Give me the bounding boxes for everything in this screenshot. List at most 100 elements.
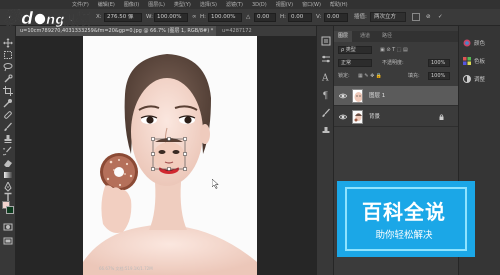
blend-mode-dropdown[interactable]: 正常 [338, 59, 372, 67]
lock-label: 锁定: [338, 73, 350, 79]
w-label: W: [146, 14, 153, 20]
h-label: H: [200, 14, 206, 20]
menu-select[interactable]: 选择(S) [200, 1, 217, 8]
doc-tab-2[interactable]: u=4287172 [218, 26, 278, 36]
layers-panel-tabs: 图层 通道 路径 [334, 31, 458, 42]
x-label: X: [96, 14, 102, 20]
menu-3d[interactable]: 3D(D) [252, 2, 267, 8]
pen-tool-icon[interactable] [3, 182, 13, 192]
adjustment-half-circle-icon [463, 75, 471, 83]
angle-field[interactable]: 0.00 [254, 13, 276, 22]
layer-thumbnail [352, 110, 363, 124]
menu-view[interactable]: 视图(V) [276, 1, 293, 8]
kind-filter-dropdown[interactable]: ρ 类型 [338, 46, 372, 54]
vskew-label: V: [316, 14, 322, 20]
history-brush-tool-icon[interactable] [3, 146, 13, 156]
status-caption: 66.67% 文档:519.1K/1.72M [99, 266, 153, 271]
warp-toggle-icon[interactable] [412, 13, 420, 21]
portrait-image [83, 54, 257, 275]
move-tool-icon[interactable] [3, 38, 13, 48]
height-field[interactable]: 100.00% [208, 13, 242, 22]
character-panel-icon[interactable]: A [321, 72, 331, 83]
badge-title: 百科全说 [362, 200, 446, 224]
blend-row: 正常 不透明度: 100% [334, 59, 458, 69]
layer-row-1[interactable]: 图层 1 [334, 86, 458, 106]
menu-layer[interactable]: 图层(L) [148, 1, 165, 8]
svg-text:视频: 视频 [62, 11, 90, 28]
quick-mask-icon[interactable] [3, 222, 13, 232]
menu-help[interactable]: 帮助(H) [330, 1, 348, 8]
lock-icon [439, 114, 444, 120]
adjustments-panel-button[interactable]: 调整 [463, 74, 485, 84]
menu-type[interactable]: 类型(Y) [174, 1, 191, 8]
cancel-icon[interactable]: ⊘ [426, 13, 431, 22]
link-icon[interactable]: ∞ [192, 13, 197, 22]
menu-edit[interactable]: 编辑(E) [98, 1, 115, 8]
healing-brush-tool-icon[interactable] [3, 110, 13, 120]
pointer-cursor-icon [212, 179, 219, 189]
swatches-panel-button[interactable]: 色板 [463, 56, 485, 66]
eraser-tool-icon[interactable] [3, 158, 13, 168]
lasso-tool-icon[interactable] [3, 62, 13, 72]
color-wheel-icon [463, 39, 471, 47]
eye-icon[interactable] [339, 113, 347, 121]
tab-layers[interactable]: 图层 [334, 31, 353, 42]
color-panel-button[interactable]: 颜色 [463, 38, 485, 48]
hskew-field[interactable]: 0.00 [288, 13, 312, 22]
lock-row: 锁定: ▦ ✎ ✥ 🔒 填充: 100% [334, 72, 458, 82]
menu-window[interactable]: 窗口(W) [302, 1, 321, 8]
opacity-field[interactable]: 100% [428, 59, 450, 67]
paragraph-panel-icon[interactable]: ¶ [321, 90, 331, 101]
interpolation-label: 插值: [354, 14, 367, 20]
canvas-area[interactable]: 66.67% 文档:519.1K/1.72M [16, 36, 316, 275]
menu-image[interactable]: 图像(I) [124, 1, 139, 8]
layer-row-background[interactable]: 背景 [334, 107, 458, 127]
collapsed-panel-dock: A ¶ [316, 26, 334, 275]
x-field[interactable]: 276.50 像 [104, 13, 142, 22]
stamp-tool-icon[interactable] [3, 134, 13, 144]
marquee-tool-icon[interactable] [3, 50, 13, 60]
vskew-field[interactable]: 0.00 [324, 13, 348, 22]
crop-tool-icon[interactable] [3, 86, 13, 96]
eye-icon[interactable] [339, 92, 347, 100]
hskew-label: H: [280, 14, 286, 20]
fill-label: 填充: [408, 73, 420, 79]
filter-row: ρ 类型 ▣ ⊘ T ⬚ ▤ [334, 46, 458, 56]
svg-text:A: A [321, 74, 329, 83]
properties-panel-icon[interactable] [321, 54, 331, 64]
color-panel-label: 颜色 [474, 41, 486, 47]
svg-text:¶: ¶ [323, 92, 329, 101]
interpolation-dropdown[interactable]: 两次立方 [370, 12, 406, 22]
svg-text:d: d [21, 9, 34, 29]
angle-icon: △ [246, 14, 251, 20]
layer-name[interactable]: 背景 [369, 107, 380, 127]
history-panel-icon[interactable] [321, 36, 331, 46]
fill-field[interactable]: 100% [428, 72, 450, 80]
tab-channels[interactable]: 通道 [356, 31, 374, 42]
layer-thumbnail [352, 89, 363, 103]
tab-paths[interactable]: 路径 [378, 31, 396, 42]
swatches-grid-icon [463, 57, 471, 65]
tools-panel [0, 26, 16, 275]
document-canvas[interactable]: 66.67% 文档:519.1K/1.72M [83, 36, 257, 275]
miaodong-logo: 秒 d ng 视频 [4, 9, 91, 30]
clone-source-panel-icon[interactable] [321, 126, 331, 136]
filter-icons[interactable]: ▣ ⊘ T ⬚ ▤ [380, 46, 408, 54]
opacity-label: 不透明度: [382, 60, 404, 66]
menu-filter[interactable]: 滤镜(T) [226, 1, 243, 8]
adjustments-panel-label: 调整 [474, 77, 486, 83]
brush-tool-icon[interactable] [3, 122, 13, 132]
layer-name[interactable]: 图层 1 [369, 86, 385, 106]
badge-subtitle: 助你轻松解决 [375, 230, 433, 241]
brush-panel-icon[interactable] [321, 108, 331, 118]
width-field[interactable]: 100.00% [154, 13, 188, 22]
commit-icon[interactable]: ✓ [438, 13, 443, 22]
eyedropper-tool-icon[interactable] [3, 98, 13, 108]
baike-badge: 百科全说 助你轻松解决 [337, 181, 475, 257]
background-color-swatch[interactable] [6, 206, 14, 214]
screen-mode-icon[interactable] [3, 236, 13, 246]
quick-select-tool-icon[interactable] [3, 74, 13, 84]
gradient-tool-icon[interactable] [3, 170, 13, 180]
swatches-panel-label: 色板 [474, 59, 486, 65]
lock-icons[interactable]: ▦ ✎ ✥ 🔒 [358, 72, 382, 80]
